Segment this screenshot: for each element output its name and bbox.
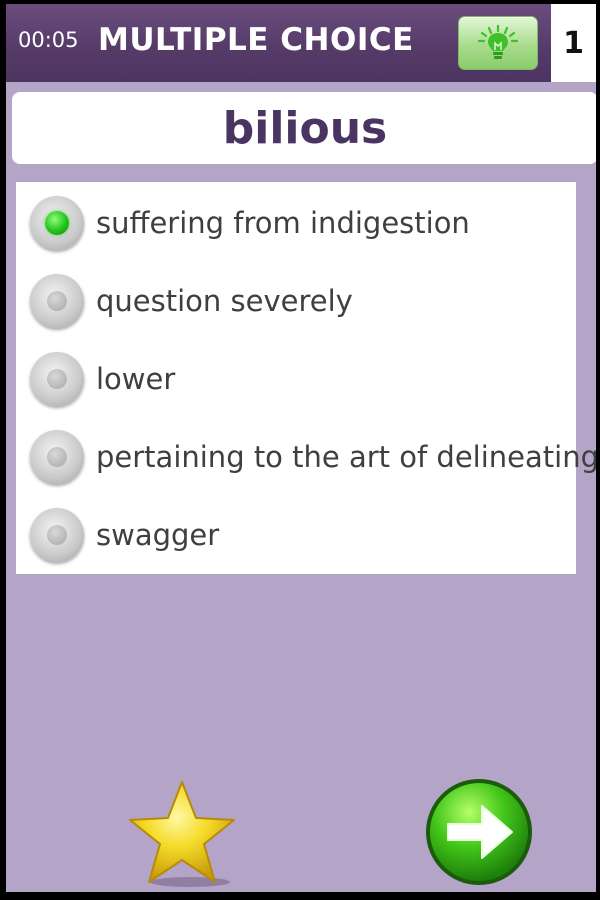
radio-button[interactable] — [30, 430, 84, 484]
favorite-button[interactable] — [124, 778, 240, 890]
next-button[interactable] — [422, 776, 536, 888]
word-card: bilious — [12, 92, 596, 164]
star-icon — [129, 781, 235, 887]
answer-option-5[interactable]: swagger — [16, 498, 576, 574]
radio-button[interactable] — [30, 274, 84, 328]
radio-dot — [47, 447, 67, 467]
answer-options-list: suffering from indigestion question seve… — [16, 182, 596, 574]
answer-option-3[interactable]: lower — [16, 342, 576, 418]
question-word: bilious — [222, 102, 388, 154]
arrow-right-icon — [426, 779, 532, 885]
radio-dot — [47, 291, 67, 311]
lightbulb-icon — [477, 24, 519, 59]
radio-dot — [45, 211, 69, 235]
question-counter-box: 1 — [551, 4, 596, 82]
radio-button[interactable] — [30, 352, 84, 406]
answer-option-label: lower — [96, 362, 176, 396]
answer-option-4[interactable]: pertaining to the art of delineating — [16, 420, 596, 496]
mode-title: MULTIPLE CHOICE — [98, 22, 414, 58]
answer-option-2[interactable]: question severely — [16, 264, 576, 340]
hint-button[interactable] — [458, 16, 538, 70]
radio-dot — [47, 525, 67, 545]
radio-button-selected[interactable] — [30, 196, 84, 250]
radio-button[interactable] — [30, 508, 84, 562]
question-counter: 1 — [563, 25, 584, 61]
answer-option-label: suffering from indigestion — [96, 206, 470, 240]
timer: 00:05 — [18, 28, 79, 52]
answer-option-label: question severely — [96, 284, 353, 318]
header-bar: 00:05 MULTIPLE CHOICE 1 — [6, 4, 596, 82]
answer-option-label: pertaining to the art of delineating — [96, 440, 596, 474]
answer-option-1[interactable]: suffering from indigestion — [16, 186, 576, 262]
radio-dot — [47, 369, 67, 389]
app-screen: 00:05 MULTIPLE CHOICE 1 bilious sufferin… — [6, 4, 596, 892]
answer-option-label: swagger — [96, 518, 220, 552]
